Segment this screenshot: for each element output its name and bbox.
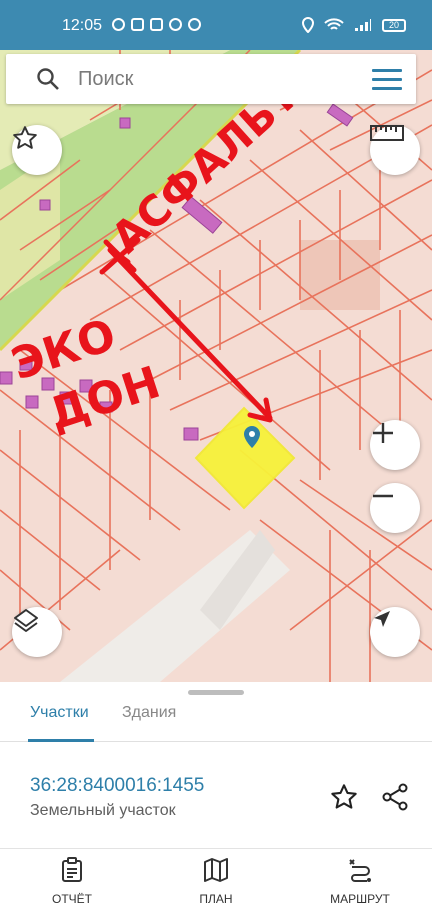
bottom-sheet: Участки Здания 36:28:8400016:1455 Земель…	[0, 682, 432, 910]
zoom-out-button[interactable]	[370, 483, 420, 533]
map-canvas: АСФАЛЬТ ЭКО ДОН	[0, 50, 432, 682]
nav-plan-label: ПЛАН	[199, 892, 233, 906]
zoom-in-button[interactable]	[370, 420, 420, 470]
tab-bar: Участки Здания	[0, 698, 432, 742]
battery-icon: 20	[382, 18, 406, 32]
route-icon	[349, 859, 371, 882]
favorite-parcel-button[interactable]	[330, 783, 358, 816]
system-icons: 20	[302, 17, 406, 33]
map-icon	[204, 858, 228, 882]
my-location-button[interactable]	[370, 607, 420, 657]
status-bar: 12:05 20	[0, 0, 432, 50]
bottom-navigation: ОТЧЁТ ПЛАН МАРШРУТ	[0, 848, 432, 910]
menu-line	[372, 69, 402, 72]
tab-parcels[interactable]: Участки	[30, 704, 89, 722]
ruler-button[interactable]	[370, 125, 420, 175]
share-icon	[382, 783, 408, 811]
plus-icon	[373, 423, 393, 443]
active-tab-indicator	[28, 739, 94, 742]
ruler-icon	[370, 125, 404, 141]
tab-buildings[interactable]: Здания	[122, 704, 176, 722]
signal-icon	[355, 19, 371, 31]
nav-route[interactable]: МАРШРУТ	[310, 857, 410, 906]
status-time: 12:05	[62, 17, 103, 34]
clipboard-icon	[62, 857, 82, 882]
nav-route-label: МАРШРУТ	[330, 892, 390, 906]
nav-report-label: ОТЧЁТ	[51, 892, 92, 906]
selected-parcel	[194, 406, 296, 510]
navigation-arrow-icon	[374, 611, 390, 627]
search-bar	[6, 54, 416, 104]
share-button[interactable]	[381, 783, 409, 816]
search-input[interactable]	[78, 67, 358, 91]
cadastral-map[interactable]: АСФАЛЬТ ЭКО ДОН	[0, 50, 432, 682]
media-icon	[131, 18, 144, 31]
notification-icons	[112, 18, 201, 31]
hamburger-menu-icon[interactable]	[372, 69, 402, 96]
search-icon[interactable]	[36, 67, 60, 91]
telegram-icon	[188, 18, 201, 31]
menu-line	[372, 78, 402, 81]
menu-line	[372, 87, 402, 90]
parcel-type: Земельный участок	[30, 802, 176, 819]
cadastral-number[interactable]: 36:28:8400016:1455	[30, 775, 204, 797]
layers-icon	[14, 609, 38, 632]
minus-icon	[373, 494, 393, 498]
star-outline-icon	[331, 784, 357, 809]
app-screen: 12:05 20 АСФАЛЬТ ЭКО ДОН Поиск Участки З…	[0, 0, 432, 910]
location-icon	[302, 17, 314, 33]
fire-icon	[169, 18, 182, 31]
sheet-drag-handle[interactable]	[188, 690, 244, 695]
whatsapp-icon	[112, 18, 125, 31]
nav-plan[interactable]: ПЛАН	[166, 857, 266, 906]
wifi-icon	[324, 18, 344, 30]
star-outline-icon	[13, 126, 37, 149]
layers-button[interactable]	[12, 607, 62, 657]
nav-report[interactable]: ОТЧЁТ	[22, 857, 122, 906]
favorite-map-button[interactable]	[12, 125, 62, 175]
sim-icon	[150, 18, 163, 31]
